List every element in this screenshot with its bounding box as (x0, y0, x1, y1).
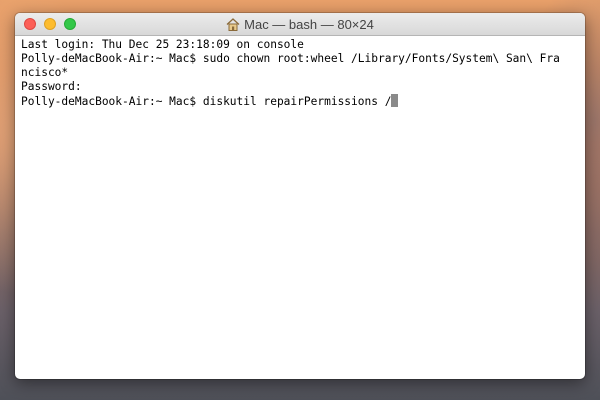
terminal-command: Polly-deMacBook-Air:~ Mac$ diskutil repa… (21, 95, 392, 108)
terminal-output[interactable]: Last login: Thu Dec 25 23:18:09 on conso… (21, 38, 581, 375)
text-cursor (391, 94, 399, 107)
terminal-line: Password: (21, 80, 82, 93)
window-title-group: Mac — bash — 80×24 (15, 13, 585, 35)
terminal-input-line[interactable]: Polly-deMacBook-Air:~ Mac$ diskutil repa… (21, 94, 581, 108)
terminal-line: Polly-deMacBook-Air:~ Mac$ sudo chown ro… (21, 52, 560, 65)
home-icon (226, 17, 240, 31)
terminal-window: Mac — bash — 80×24 Last login: Thu Dec 2… (15, 13, 585, 379)
window-title: Mac — bash — 80×24 (244, 16, 374, 32)
title-bar[interactable]: Mac — bash — 80×24 (15, 13, 585, 36)
terminal-line: Last login: Thu Dec 25 23:18:09 on conso… (21, 38, 304, 51)
terminal-line: ncisco* (21, 66, 69, 79)
